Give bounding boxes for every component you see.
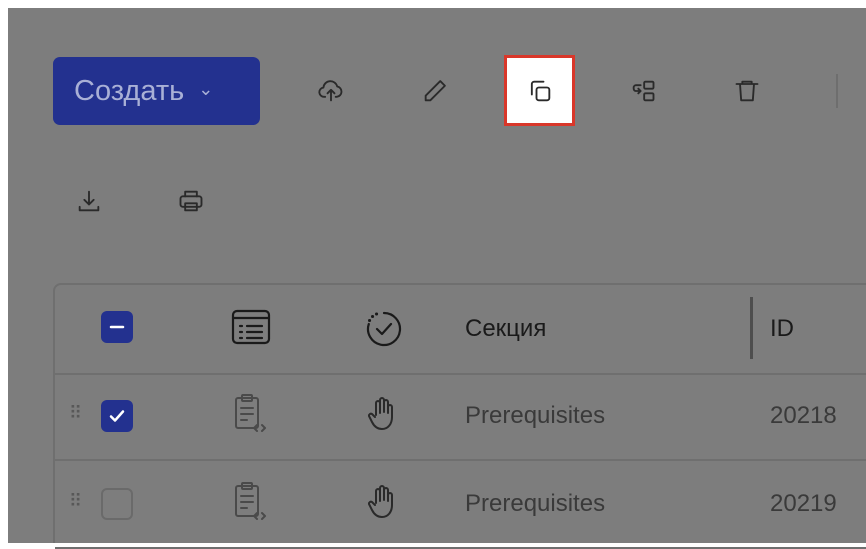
table-row[interactable]: ⠿ Prerequisites 20218 — [55, 373, 866, 461]
section-cell: Prerequisites — [465, 402, 606, 429]
delete-button[interactable] — [720, 64, 774, 118]
download-icon — [78, 190, 100, 212]
row-checkbox[interactable] — [101, 488, 133, 520]
list-icon — [231, 309, 271, 345]
table-row[interactable]: ⠿ Prerequisites 20219 — [55, 461, 866, 549]
chevron-down-icon: ⌄ — [198, 78, 214, 99]
download-button[interactable] — [62, 174, 116, 228]
toolbar: Создать ⌄ — [0, 0, 866, 260]
column-resize-handle[interactable] — [750, 297, 753, 359]
create-button[interactable]: Создать ⌄ — [53, 57, 260, 125]
section-cell: Prerequisites — [465, 490, 606, 517]
table-header: Секция ID — [55, 285, 866, 375]
id-cell: 20218 — [770, 402, 837, 429]
id-column-header[interactable]: ID — [770, 315, 794, 343]
move-button[interactable] — [616, 64, 670, 118]
select-all-checkbox[interactable] — [101, 311, 133, 343]
copy-icon — [530, 80, 550, 101]
manual-hand-icon — [368, 485, 393, 518]
drag-handle-icon[interactable]: ⠿ — [69, 491, 82, 512]
minus-icon — [109, 325, 125, 329]
status-check-icon — [366, 311, 402, 347]
trash-icon — [735, 80, 759, 102]
row-checkbox[interactable] — [101, 400, 133, 432]
type-column-header[interactable] — [231, 309, 271, 345]
manual-hand-icon — [368, 397, 393, 430]
print-button[interactable] — [164, 174, 218, 228]
drag-handle-icon[interactable]: ⠿ — [69, 403, 82, 424]
status-column-header[interactable] — [365, 310, 403, 348]
move-to-icon — [632, 80, 655, 102]
upload-button[interactable] — [304, 64, 358, 118]
cases-table: Секция ID ⠿ Prerequisites 20218 ⠿ Prereq… — [53, 283, 866, 549]
pencil-icon — [424, 80, 446, 102]
upload-cloud-icon — [318, 80, 343, 102]
copy-button[interactable] — [504, 55, 575, 126]
print-icon — [179, 190, 203, 212]
test-case-icon — [235, 394, 266, 432]
test-case-icon — [235, 482, 266, 520]
checkmark-icon — [109, 410, 125, 422]
section-column-header[interactable]: Секция — [465, 315, 546, 343]
create-button-label: Создать — [74, 74, 185, 107]
edit-button[interactable] — [408, 64, 462, 118]
toolbar-separator — [836, 74, 838, 108]
id-cell: 20219 — [770, 490, 837, 517]
